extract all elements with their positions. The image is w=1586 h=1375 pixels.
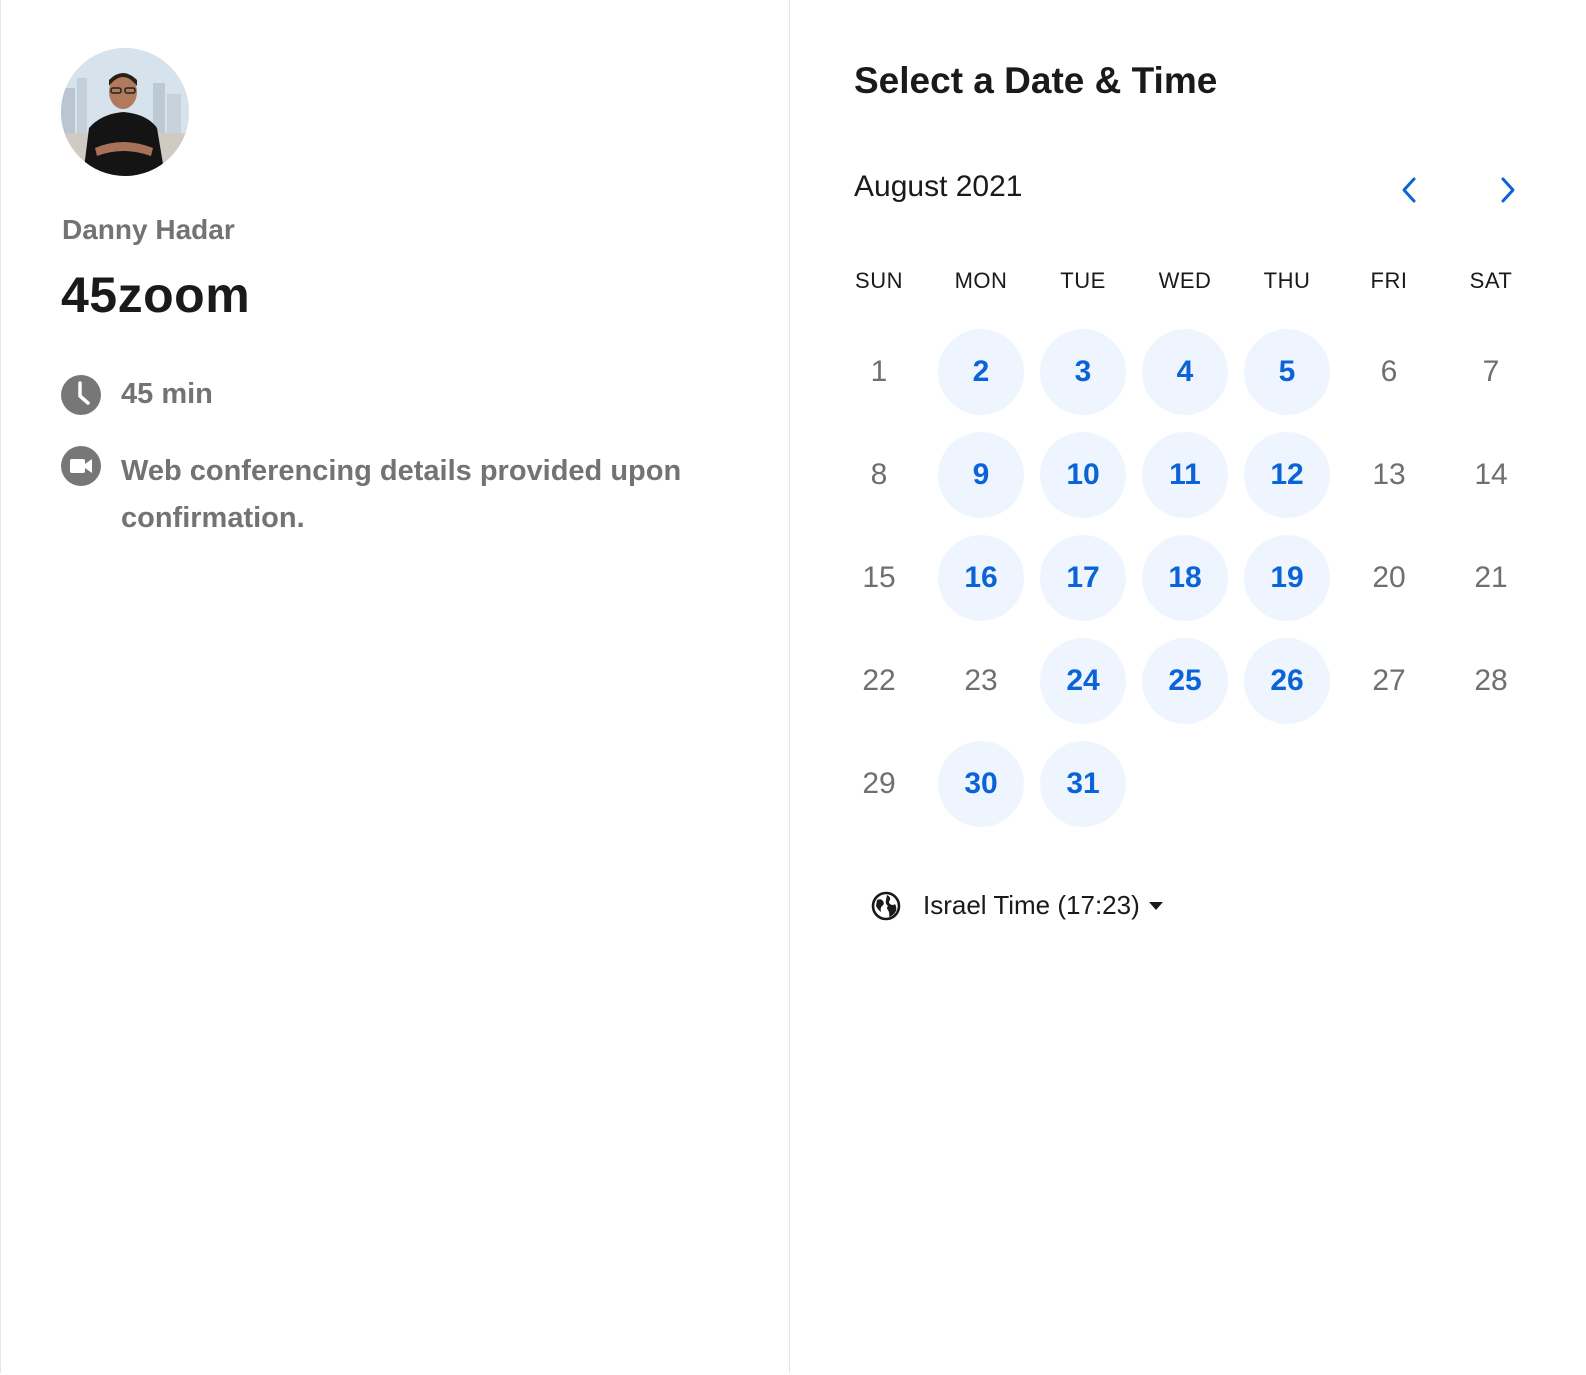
clock-icon	[61, 375, 101, 415]
video-camera-icon	[61, 446, 101, 486]
calendar-day-unavailable: 13	[1372, 457, 1406, 491]
calendar-day-available[interactable]: 4	[1142, 328, 1228, 415]
date-picker-panel: Select a Date & Time August 2021 SUN MON…	[791, 0, 1585, 1373]
calendar-day-cell: 26	[1236, 629, 1338, 732]
event-duration: 45 min	[121, 378, 213, 410]
calendar-day-available[interactable]: 26	[1244, 637, 1330, 724]
calendar-day-available[interactable]: 24	[1040, 637, 1126, 724]
previous-month-button[interactable]	[1389, 170, 1429, 210]
weekday-label: SUN	[855, 268, 903, 293]
weekday-header: SUN MON TUE WED THU FRI SAT	[828, 268, 1542, 302]
timezone-selector[interactable]: Israel Time (17:23)	[871, 890, 1164, 921]
calendar-day-unavailable: 6	[1380, 354, 1398, 388]
calendar-day-unavailable: 1	[870, 354, 888, 388]
calendar-day-cell: 17	[1032, 526, 1134, 629]
calendar-day-available[interactable]: 30	[938, 740, 1024, 827]
next-month-button[interactable]	[1488, 170, 1528, 210]
calendar-day-available[interactable]: 2	[938, 328, 1024, 415]
weekday-label: TUE	[1060, 268, 1106, 293]
calendar-grid: 1 2 3 4 5 6 7 8 9 10 11 12 13 14 15 16 17 18 19 20 21 22 23 24 2…	[828, 320, 1542, 835]
calendar-day-cell: 24	[1032, 629, 1134, 732]
calendar-day-available[interactable]: 3	[1040, 328, 1126, 415]
calendar-day-unavailable: 15	[862, 560, 896, 594]
calendar-day-available[interactable]: 11	[1142, 431, 1228, 518]
calendar-day-unavailable: 20	[1372, 560, 1406, 594]
calendar-day-cell: 8	[828, 423, 930, 526]
calendar-day-unavailable: 7	[1482, 354, 1500, 388]
calendar-day-cell: 19	[1236, 526, 1338, 629]
calendar-day-cell: 28	[1440, 629, 1542, 732]
calendar-day-unavailable: 29	[862, 766, 896, 800]
event-details-panel: Danny Hadar 45zoom 45 min Web conferenci…	[1, 0, 790, 1373]
globe-icon	[871, 891, 901, 920]
owner-name: Danny Hadar	[62, 214, 235, 245]
calendar-day-unavailable: 21	[1474, 560, 1508, 594]
calendar-day-cell: 31	[1032, 732, 1134, 835]
calendar-day-available[interactable]: 18	[1142, 534, 1228, 621]
calendar-day-cell: 9	[930, 423, 1032, 526]
weekday-label: FRI	[1370, 268, 1408, 293]
calendar-day-cell: 22	[828, 629, 930, 732]
calendar-day-cell: 6	[1338, 320, 1440, 423]
avatar	[61, 48, 189, 176]
calendar-day-cell: 15	[828, 526, 930, 629]
calendar-day-cell: 16	[930, 526, 1032, 629]
chevron-left-icon	[1402, 177, 1416, 203]
calendar-day-cell: 12	[1236, 423, 1338, 526]
calendar-day-unavailable: 27	[1372, 663, 1406, 697]
booking-widget: Danny Hadar 45zoom 45 min Web conferenci…	[0, 0, 1585, 1373]
calendar-day-cell: 11	[1134, 423, 1236, 526]
event-title: 45zoom	[61, 267, 251, 323]
calendar-day-available[interactable]: 10	[1040, 431, 1126, 518]
calendar-day-cell: 25	[1134, 629, 1236, 732]
calendar-day-available[interactable]: 31	[1040, 740, 1126, 827]
timezone-label: Israel Time (17:23)	[923, 890, 1140, 920]
calendar-day-cell: 7	[1440, 320, 1542, 423]
weekday-label: THU	[1263, 268, 1311, 293]
weekday-label: MON	[954, 268, 1008, 293]
calendar-day-available[interactable]: 16	[938, 534, 1024, 621]
calendar-day-cell: 14	[1440, 423, 1542, 526]
calendar-day-unavailable: 28	[1474, 663, 1508, 697]
calendar-day-cell: 23	[930, 629, 1032, 732]
weekday-label: SAT	[1469, 268, 1513, 293]
calendar-day-available[interactable]: 25	[1142, 637, 1228, 724]
calendar-day-cell: 30	[930, 732, 1032, 835]
chevron-right-icon	[1501, 177, 1515, 203]
calendar-day-available[interactable]: 17	[1040, 534, 1126, 621]
calendar-day-unavailable: 22	[862, 663, 896, 697]
calendar-day-cell: 27	[1338, 629, 1440, 732]
calendar-day-cell: 5	[1236, 320, 1338, 423]
conferencing-details: Web conferencing details provided upon c…	[121, 455, 682, 534]
calendar-day-available[interactable]: 19	[1244, 534, 1330, 621]
caret-down-icon	[1148, 901, 1163, 910]
calendar-day-unavailable: 23	[964, 663, 998, 697]
calendar-day-unavailable: 8	[870, 457, 888, 491]
calendar-day-cell: 29	[828, 732, 930, 835]
page-title: Select a Date & Time	[854, 60, 1218, 101]
calendar-day-unavailable: 14	[1474, 457, 1508, 491]
calendar-day-cell: 20	[1338, 526, 1440, 629]
calendar-day-cell: 10	[1032, 423, 1134, 526]
weekday-label: WED	[1158, 268, 1212, 293]
calendar-day-cell: 2	[930, 320, 1032, 423]
calendar-day-cell: 4	[1134, 320, 1236, 423]
calendar-day-cell: 13	[1338, 423, 1440, 526]
calendar-day-cell: 1	[828, 320, 930, 423]
calendar-day-available[interactable]: 12	[1244, 431, 1330, 518]
calendar-day-available[interactable]: 9	[938, 431, 1024, 518]
month-label: August 2021	[854, 170, 1023, 203]
calendar-day-cell: 21	[1440, 526, 1542, 629]
calendar-day-cell: 3	[1032, 320, 1134, 423]
calendar-day-available[interactable]: 5	[1244, 328, 1330, 415]
calendar-day-cell: 18	[1134, 526, 1236, 629]
